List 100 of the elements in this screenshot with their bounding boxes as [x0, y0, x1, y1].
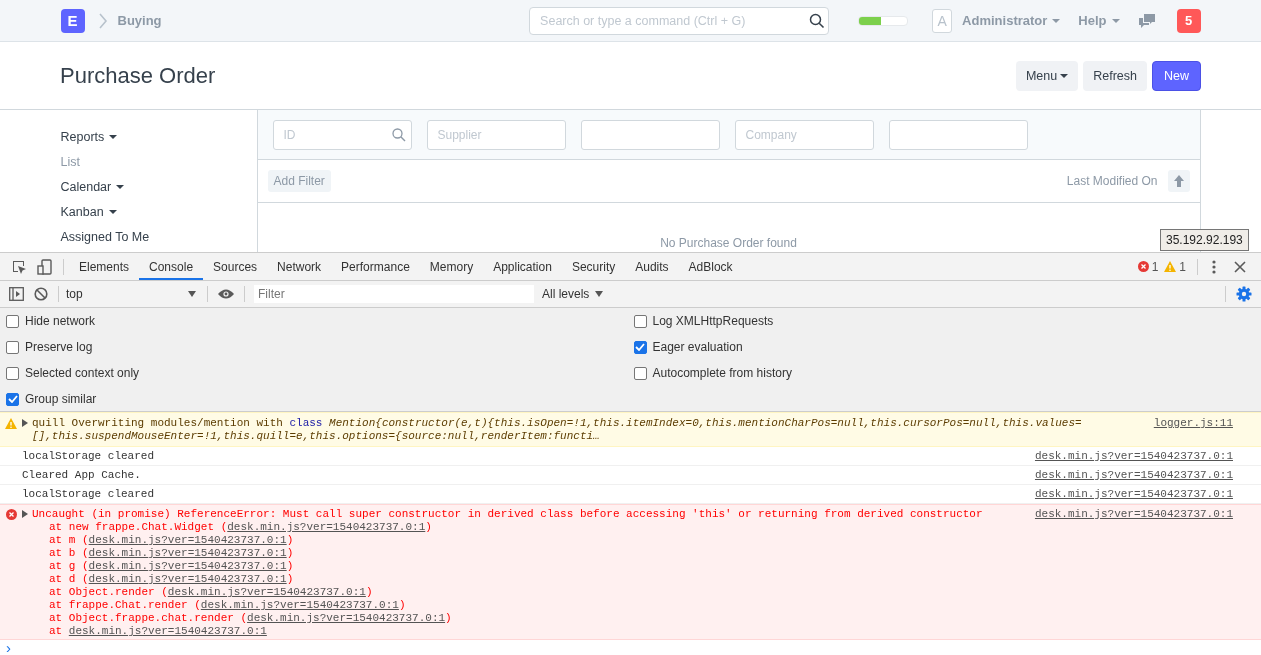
- id-search-field[interactable]: ID: [272, 119, 412, 150]
- caret-icon: [108, 209, 117, 214]
- sort-button[interactable]: [1167, 170, 1190, 192]
- source-link[interactable]: desk.min.js?ver=1540423737.0:1: [247, 612, 446, 624]
- sidebar-toggle-icon[interactable]: [9, 287, 24, 301]
- filter-field[interactable]: Filter: [254, 285, 534, 303]
- console-prompt[interactable]: ›: [0, 640, 1261, 655]
- caret-icon: [109, 134, 118, 139]
- context-select[interactable]: top: [64, 287, 202, 301]
- checkbox[interactable]: [6, 392, 19, 406]
- page-title: Purchase Order: [60, 62, 217, 89]
- filter-field[interactable]: [888, 119, 1028, 150]
- sidebar-item[interactable]: Kanban: [60, 199, 117, 224]
- devtools-tab[interactable]: Memory: [419, 253, 484, 280]
- clear-icon[interactable]: [34, 287, 48, 301]
- checkbox-label: Selected context only: [25, 366, 140, 380]
- expand-icon[interactable]: [22, 419, 28, 427]
- app-logo[interactable]: E: [60, 8, 85, 33]
- stack-trace-line: at g (desk.min.js?ver=1540423737.0:1): [48, 560, 295, 573]
- levels-select[interactable]: All levels: [542, 287, 604, 301]
- source-link[interactable]: desk.min.js?ver=1540423737.0:1: [88, 534, 287, 546]
- console-message: quill Overwriting modules/mention with class Mention{constructor(e,t){this.isOpen=!1,this.itemIndex=0,this.mentionCharPos=null,this.cursorPos=null,this.values=[],this.suspendMouseEnter=!1,this.quill=e,this.options={source:null,renderItem:functi…: [32, 417, 1083, 443]
- devtools-tab[interactable]: Application: [483, 253, 562, 280]
- stack-trace-line: at Object.render (desk.min.js?ver=1540423737.0:1): [48, 586, 374, 599]
- menu-button[interactable]: Menu: [1015, 60, 1079, 91]
- source-link[interactable]: desk.min.js?ver=1540423737.0:1: [200, 599, 399, 611]
- checkbox[interactable]: [6, 314, 19, 328]
- checkbox-label: Log XMLHttpRequests: [652, 314, 774, 328]
- search-icon: [391, 127, 406, 142]
- inspect-icon[interactable]: [11, 258, 27, 275]
- checkbox-label: Eager evaluation: [652, 340, 743, 354]
- check-icon: [635, 343, 645, 351]
- settings-icon[interactable]: [1236, 286, 1252, 302]
- progress-bar: [858, 15, 909, 26]
- new-button[interactable]: New: [1152, 60, 1201, 91]
- source-link[interactable]: desk.min.js?ver=1540423737.0:1: [167, 586, 366, 598]
- error-icon: [5, 509, 17, 520]
- devtools-tab[interactable]: AdBlock: [678, 253, 743, 280]
- dropdown-arrow-icon: [595, 291, 604, 297]
- stack-trace-line: at new frappe.Chat.Widget (desk.min.js?ver=1540423737.0:1): [48, 521, 433, 534]
- sidebar-item[interactable]: Reports: [60, 124, 118, 149]
- sidebar-item[interactable]: Calendar: [60, 174, 125, 199]
- stack-trace-line: at m (desk.min.js?ver=1540423737.0:1): [48, 534, 295, 547]
- source-link[interactable]: desk.min.js?ver=1540423737.0:1: [1034, 508, 1233, 639]
- devtools-tab[interactable]: Elements: [69, 253, 140, 280]
- tooltip: 35.192.92.193: [1160, 229, 1249, 251]
- chevron-icon: [97, 12, 108, 29]
- arrow-up-icon: [1173, 175, 1184, 187]
- devtools-tab[interactable]: Network: [267, 253, 332, 280]
- close-icon[interactable]: [1234, 260, 1246, 273]
- warning-icon: [5, 418, 17, 429]
- source-link[interactable]: desk.min.js?ver=1540423737.0:1: [1034, 450, 1233, 462]
- check-icon: [7, 395, 18, 403]
- warning-icon: [1164, 261, 1177, 272]
- devtools-tab[interactable]: Performance: [331, 253, 420, 280]
- source-link[interactable]: desk.min.js?ver=1540423737.0:1: [68, 625, 267, 637]
- devtools-tab[interactable]: Sources: [203, 253, 268, 280]
- source-link[interactable]: desk.min.js?ver=1540423737.0:1: [88, 573, 287, 585]
- source-link[interactable]: desk.min.js?ver=1540423737.0:1: [88, 547, 287, 559]
- checkbox-label: Preserve log: [25, 340, 93, 354]
- eye-icon[interactable]: [218, 288, 234, 300]
- caret-icon: [1052, 18, 1061, 23]
- warning-count[interactable]: 1: [1179, 259, 1186, 274]
- dropdown-arrow-icon: [188, 291, 196, 297]
- checkbox[interactable]: [633, 366, 647, 380]
- source-link[interactable]: desk.min.js?ver=1540423737.0:1: [88, 560, 287, 572]
- source-link[interactable]: desk.min.js?ver=1540423737.0:1: [227, 521, 426, 533]
- source-link[interactable]: logger.js:11: [1153, 417, 1233, 446]
- stack-trace-line: at Object.frappe.chat.render (desk.min.js?ver=1540423737.0:1): [48, 612, 453, 625]
- stack-trace-line: at d (desk.min.js?ver=1540423737.0:1): [48, 573, 295, 586]
- source-link[interactable]: desk.min.js?ver=1540423737.0:1: [1034, 488, 1233, 500]
- chat-icon: [1137, 12, 1156, 29]
- filter-field[interactable]: [580, 119, 720, 150]
- console-message: localStorage cleared: [22, 449, 155, 463]
- filter-field[interactable]: Supplier: [426, 119, 566, 150]
- error-icon: [1137, 261, 1149, 272]
- search-icon: [809, 12, 826, 29]
- search-field[interactable]: Search or type a command (Ctrl + G): [529, 6, 830, 35]
- error-message: Uncaught (in promise) ReferenceError: Must call super constructor in derived class before accessing 'this' or returning from derived constructor: [32, 508, 983, 521]
- devtools-tab[interactable]: Audits: [625, 253, 679, 280]
- checkbox-label: Autocomplete from history: [652, 366, 792, 380]
- devtools-tab[interactable]: Security: [561, 253, 626, 280]
- console-message: localStorage cleared: [22, 487, 155, 501]
- checkbox[interactable]: [633, 314, 647, 328]
- checkbox-label: Group similar: [25, 392, 97, 406]
- checkbox[interactable]: [633, 340, 647, 354]
- caret-icon: [1060, 73, 1069, 78]
- device-icon[interactable]: [37, 258, 53, 275]
- refresh-button[interactable]: Refresh: [1083, 60, 1147, 91]
- expand-icon[interactable]: [22, 510, 28, 518]
- stack-trace-line: at frappe.Chat.render (desk.min.js?ver=1540423737.0:1): [48, 599, 407, 612]
- empty-message: No Purchase Order found: [660, 236, 797, 250]
- source-link[interactable]: desk.min.js?ver=1540423737.0:1: [1034, 469, 1233, 481]
- checkbox[interactable]: [6, 340, 19, 354]
- error-count[interactable]: 1: [1151, 259, 1159, 274]
- stack-trace-line: at b (desk.min.js?ver=1540423737.0:1): [48, 547, 295, 560]
- sidebar-item[interactable]: Assigned To Me: [60, 224, 150, 249]
- checkbox[interactable]: [6, 366, 19, 380]
- more-icon[interactable]: [1212, 259, 1216, 274]
- filter-field[interactable]: Company: [734, 119, 874, 150]
